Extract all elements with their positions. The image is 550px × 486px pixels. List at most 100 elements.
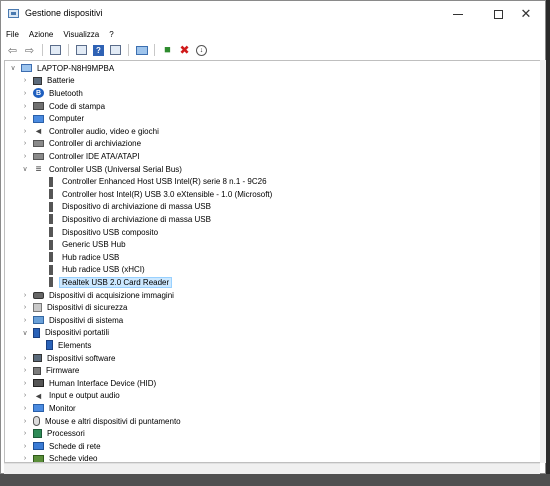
tree-item-archiviazione[interactable]: › Controller di archiviazione — [21, 138, 143, 151]
expand-icon[interactable]: › — [21, 415, 29, 427]
action-pane-icon — [110, 45, 121, 55]
tree-item-hid[interactable]: › Human Interface Device (HID) — [21, 377, 158, 390]
tree-item-software[interactable]: › Dispositivi software — [21, 352, 117, 365]
expand-icon[interactable]: › — [21, 289, 29, 301]
forward-arrow-icon: ⇨ — [24, 44, 35, 57]
display-adapter-icon — [33, 454, 44, 462]
forward-button[interactable]: ⇨ — [22, 43, 37, 57]
desktop-background — [546, 0, 550, 486]
tree-item-ide[interactable]: › Controller IDE ATA/ATAPI — [21, 150, 142, 163]
action-pane-button[interactable] — [108, 43, 123, 57]
expand-icon[interactable]: › — [21, 113, 29, 125]
usb-device-icon — [49, 189, 53, 200]
audio-io-icon: ◄ — [34, 390, 43, 401]
tree-item-sicurezza[interactable]: › Dispositivi di sicurezza — [21, 301, 129, 314]
horizontal-scrollbar[interactable] — [4, 463, 540, 474]
expand-icon[interactable]: › — [21, 440, 29, 452]
expand-icon[interactable]: › — [21, 150, 29, 162]
tree-item-monitor[interactable]: › Monitor — [21, 402, 78, 415]
menu-bar: File Azione Visualizza ? — [1, 27, 545, 42]
tree-child-usb[interactable]: Dispositivo USB composito — [46, 226, 160, 239]
usb-device-icon — [49, 277, 53, 288]
expand-icon[interactable]: › — [21, 365, 29, 377]
tree-child-usb[interactable]: Controller host Intel(R) USB 3.0 eXtensi… — [46, 188, 274, 201]
tree-item-video[interactable]: › Schede video — [21, 453, 99, 463]
expand-icon[interactable]: › — [21, 314, 29, 326]
bluetooth-icon: B — [33, 88, 44, 99]
tree-item-audio[interactable]: › ◄ Controller audio, video e giochi — [21, 125, 161, 138]
tree-item-label: Dispositivi software — [47, 353, 116, 363]
toolbar-separator — [128, 44, 129, 56]
menu-help[interactable]: ? — [104, 30, 118, 39]
tree-item-label: Generic USB Hub — [62, 240, 126, 250]
tree-item-mouse[interactable]: › Mouse e altri dispositivi di puntamento — [21, 415, 183, 428]
collapse-icon[interactable]: ∨ — [21, 163, 29, 175]
tree-item-audio-io[interactable]: › ◄ Input e output audio — [21, 390, 122, 403]
tree-item-label: Dispositivi di sistema — [49, 315, 124, 325]
properties-button[interactable] — [74, 43, 89, 57]
disable-device-button[interactable]: ↓ — [194, 43, 209, 57]
usb-device-icon — [49, 214, 53, 225]
tree-item-label: Computer — [49, 114, 85, 124]
back-button[interactable]: ⇦ — [5, 43, 20, 57]
expand-icon[interactable]: › — [21, 352, 29, 364]
menu-visualizza[interactable]: Visualizza — [58, 30, 104, 39]
close-button[interactable]: ✕ — [506, 1, 546, 27]
minimize-button[interactable] — [438, 1, 478, 27]
tree-child-usb[interactable]: Controller Enhanced Host USB Intel(R) se… — [46, 175, 269, 188]
tree-item-label: Mouse e altri dispositivi di puntamento — [45, 416, 181, 426]
menu-file[interactable]: File — [1, 30, 24, 39]
collapse-icon[interactable]: ∨ — [9, 62, 17, 74]
title-bar[interactable]: Gestione dispositivi ✕ — [1, 1, 545, 27]
tree-item-rete[interactable]: › Schede di rete — [21, 440, 103, 453]
expand-icon[interactable]: › — [21, 125, 29, 137]
tree-item-portatili[interactable]: ∨ Dispositivi portatili — [21, 327, 111, 340]
tree-item-bluetooth[interactable]: › B Bluetooth — [21, 87, 85, 100]
tree-item-label: Schede video — [49, 454, 98, 463]
tree-item-label: Dispositivo di archiviazione di massa US… — [62, 214, 211, 224]
update-driver-icon: ■ — [164, 44, 171, 56]
tree-child-usb[interactable]: Generic USB Hub — [46, 238, 128, 251]
scan-hardware-button[interactable] — [134, 43, 149, 57]
tree-child-usb[interactable]: Hub radice USB (xHCI) — [46, 264, 147, 277]
console-tree-button[interactable] — [48, 43, 63, 57]
expand-icon[interactable]: › — [21, 453, 29, 462]
tree-item-computer[interactable]: › Computer — [21, 112, 86, 125]
tree-item-processori[interactable]: › Processori — [21, 427, 87, 440]
expand-icon[interactable]: › — [21, 302, 29, 314]
tree-child-usb[interactable]: Dispositivo di archiviazione di massa US… — [46, 201, 213, 214]
toolbar-separator — [68, 44, 69, 56]
tree-child-portable[interactable]: Elements — [46, 339, 93, 352]
device-tree[interactable]: ∨ LAPTOP-N8H9MPBA › Batterie › B Bluetooth … — [4, 60, 540, 463]
tree-item-firmware[interactable]: › Firmware — [21, 364, 81, 377]
expand-icon[interactable]: › — [21, 100, 29, 112]
tree-child-usb[interactable]: Dispositivo di archiviazione di massa US… — [46, 213, 213, 226]
tree-root[interactable]: ∨ LAPTOP-N8H9MPBA — [9, 62, 116, 75]
update-driver-button[interactable]: ■ — [160, 43, 175, 57]
toolbar-separator — [154, 44, 155, 56]
expand-icon[interactable]: › — [21, 402, 29, 414]
tree-item-usb[interactable]: ∨ ≡ Controller USB (Universal Serial Bus) — [21, 163, 184, 176]
expand-icon[interactable]: › — [21, 428, 29, 440]
storage-controller-icon — [33, 140, 44, 148]
tree-item-batterie[interactable]: › Batterie — [21, 75, 77, 88]
maximize-icon — [493, 9, 503, 19]
tree-child-usb-selected[interactable]: Realtek USB 2.0 Card Reader — [46, 276, 173, 289]
menu-azione[interactable]: Azione — [24, 30, 58, 39]
collapse-icon[interactable]: ∨ — [21, 327, 29, 339]
expand-icon[interactable]: › — [21, 390, 29, 402]
uninstall-button[interactable]: ✖ — [177, 43, 192, 57]
tree-item-acquisizione[interactable]: › Dispositivi di acquisizione immagini — [21, 289, 176, 302]
tree-item-sistema[interactable]: › Dispositivi di sistema — [21, 314, 125, 327]
computer-icon — [21, 64, 32, 73]
tree-item-code-di-stampa[interactable]: › Code di stampa — [21, 100, 107, 113]
expand-icon[interactable]: › — [21, 138, 29, 150]
expand-icon[interactable]: › — [21, 377, 29, 389]
tree-item-label: Elements — [58, 340, 92, 350]
expand-icon[interactable]: › — [21, 87, 29, 99]
help-button[interactable]: ? — [91, 43, 106, 57]
tree-item-label: Human Interface Device (HID) — [49, 378, 157, 388]
expand-icon[interactable]: › — [21, 75, 29, 87]
usb-device-icon — [49, 264, 53, 275]
tree-child-usb[interactable]: Hub radice USB — [46, 251, 121, 264]
